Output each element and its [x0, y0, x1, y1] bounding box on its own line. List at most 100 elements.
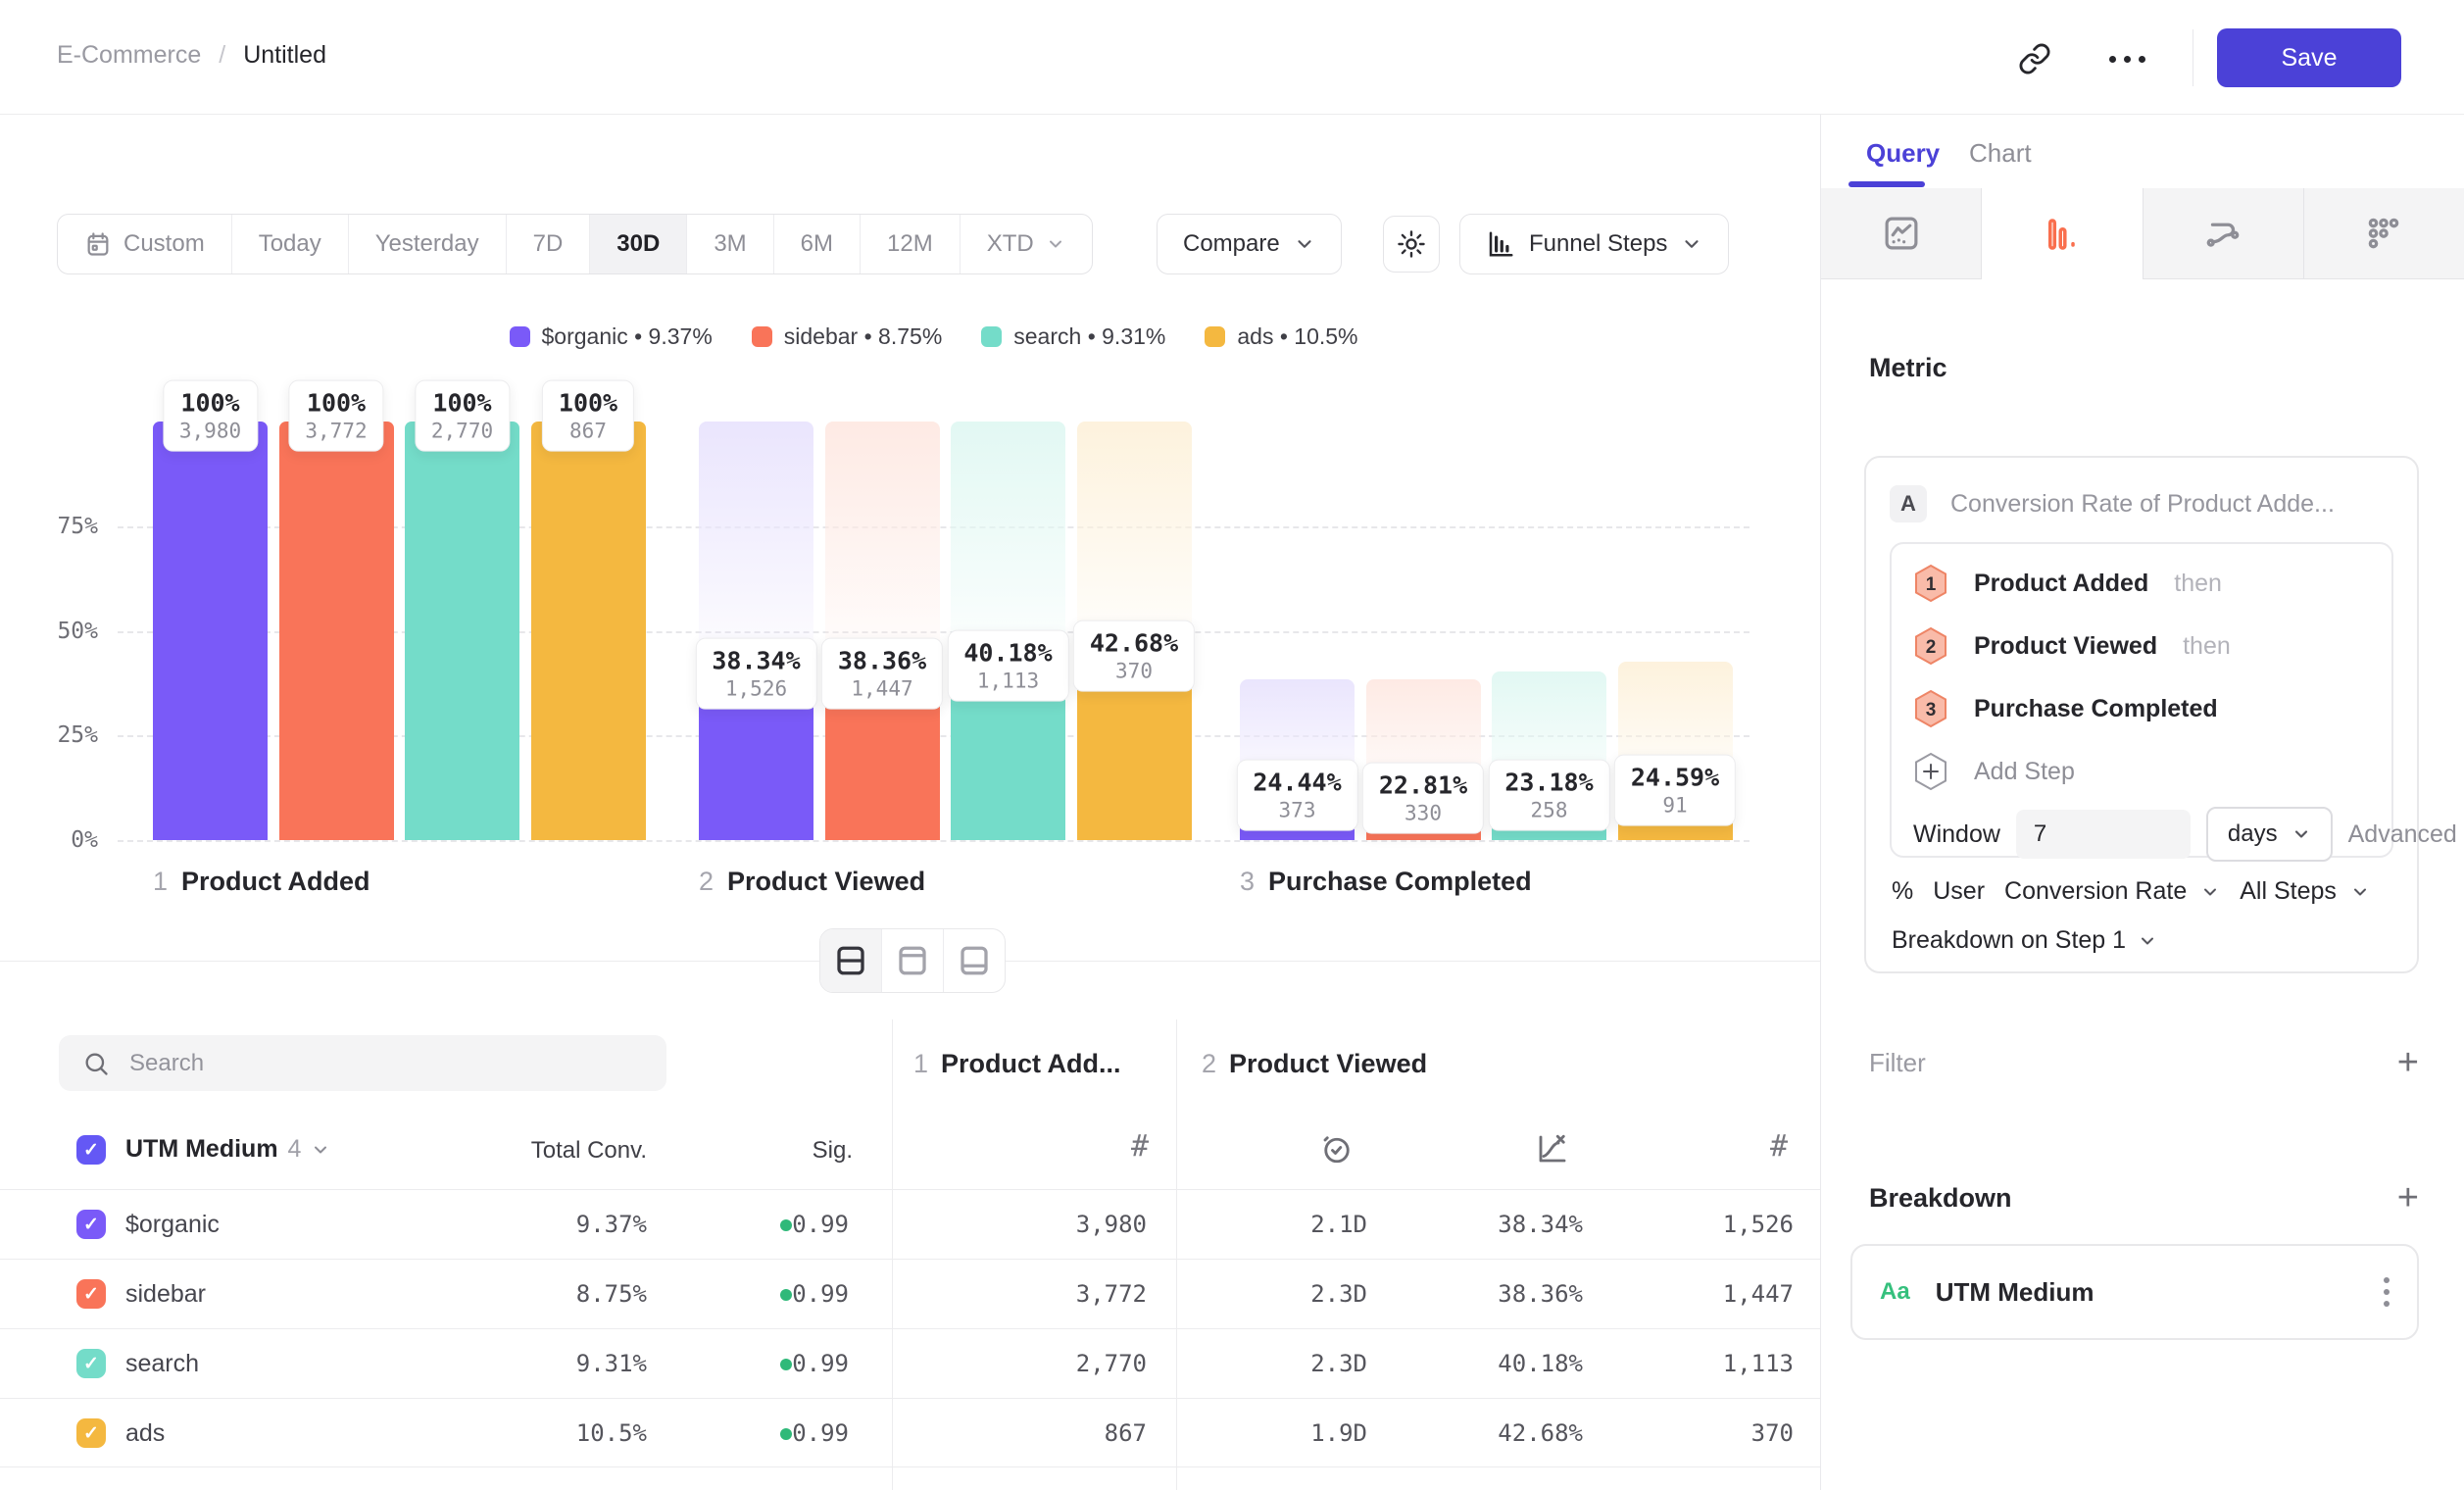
avg-time-column-icon[interactable]	[1319, 1131, 1355, 1167]
window-unit-select[interactable]: days	[2206, 807, 2333, 862]
date-range-30d[interactable]: 30D	[590, 215, 687, 273]
sig-column-header[interactable]: Sig.	[755, 1137, 853, 1165]
date-range-3m[interactable]: 3M	[687, 215, 773, 273]
search-input[interactable]	[129, 1050, 643, 1077]
breadcrumb-board[interactable]: E-Commerce	[57, 41, 201, 70]
breakdown-property-card[interactable]: Aa UTM Medium	[1850, 1244, 2419, 1340]
add-filter-button[interactable]: +	[2397, 1044, 2419, 1081]
funnel-bar-organic-step1[interactable]	[153, 422, 268, 840]
funnel-bar-search-step1[interactable]	[405, 422, 519, 840]
date-range-label: 7D	[533, 230, 564, 258]
date-range-yesterday[interactable]: Yesterday	[349, 215, 507, 273]
save-button[interactable]: Save	[2217, 28, 2401, 87]
funnel-step-1[interactable]: 1 Product Added then	[1892, 552, 2391, 615]
measure-scope[interactable]: All Steps	[2240, 877, 2337, 906]
date-range-12m[interactable]: 12M	[861, 215, 961, 273]
legend-swatch	[1205, 326, 1225, 347]
top-header: E-Commerce / Untitled Save	[0, 0, 2464, 115]
layout-view-switcher	[819, 928, 1006, 993]
tab-funnel-chart[interactable]	[1982, 188, 2143, 279]
date-range-label: XTD	[987, 230, 1034, 258]
breadcrumb-report-title[interactable]: Untitled	[243, 41, 326, 70]
bar-pct-label: 38.34%	[712, 647, 800, 675]
legend-item-organic[interactable]: $organic • 9.37%	[510, 323, 713, 350]
tab-query[interactable]: Query	[1866, 138, 1940, 169]
bar-value-label: 42.68%370	[1073, 620, 1195, 691]
share-link-button[interactable]	[2011, 35, 2058, 82]
legend-item-ads[interactable]: ads • 10.5%	[1205, 323, 1357, 350]
series-letter-badge: A	[1890, 485, 1927, 522]
legend-swatch	[510, 326, 530, 347]
date-range-custom[interactable]: Custom	[58, 215, 232, 273]
breakdown-property-name: UTM Medium	[1936, 1277, 2094, 1308]
bar-value-label: 38.34%1,526	[695, 638, 816, 710]
table-row-ads[interactable]: ✓ads10.5%0.998671.9D42.68%370	[0, 1398, 1820, 1467]
table-row-search[interactable]: ✓search9.31%0.992,7702.3D40.18%1,113	[0, 1328, 1820, 1398]
funnel-step-3[interactable]: 3 Purchase Completed	[1892, 677, 2391, 740]
legend-label: ads • 10.5%	[1237, 323, 1357, 350]
count-column-icon[interactable]: #	[1051, 1129, 1149, 1164]
funnel-bars-icon	[1486, 229, 1515, 259]
dot-grid-icon	[2363, 213, 2404, 254]
select-all-checkbox[interactable]: ✓	[76, 1135, 106, 1165]
chart-type-selector[interactable]: Funnel Steps	[1459, 214, 1729, 274]
tab-retention-chart[interactable]	[2144, 188, 2304, 279]
table-row-sidebar[interactable]: ✓sidebar8.75%0.993,7722.3D38.36%1,447	[0, 1259, 1820, 1328]
legend-swatch	[752, 326, 772, 347]
window-value-input[interactable]	[2016, 810, 2191, 859]
bar-pct-label: 38.36%	[838, 647, 926, 675]
funnel-step-2[interactable]: 2 Product Viewed then	[1892, 615, 2391, 677]
counting-method[interactable]: User	[1933, 877, 1985, 906]
tab-chart[interactable]: Chart	[1969, 138, 2032, 169]
calendar-icon	[84, 230, 112, 258]
metric-series-row[interactable]: A Conversion Rate of Product Adde...	[1890, 485, 2335, 522]
advanced-toggle[interactable]: Advanced	[2348, 820, 2464, 849]
tab-insights-chart[interactable]	[1821, 188, 1982, 279]
tab-more-charts[interactable]	[2304, 188, 2464, 279]
date-range-xtd[interactable]: XTD	[961, 215, 1092, 273]
legend-label: sidebar • 8.75%	[784, 323, 942, 350]
group-column-header[interactable]: UTM Medium 4	[125, 1135, 330, 1164]
row-checkbox[interactable]: ✓	[76, 1279, 106, 1309]
count-column-icon[interactable]: #	[1690, 1129, 1788, 1164]
table-step2-header[interactable]: 2 Product Viewed	[1202, 1049, 1427, 1079]
measure-metric[interactable]: Conversion Rate	[2004, 877, 2187, 906]
more-options-button[interactable]	[2097, 35, 2156, 82]
bar-count-label: 3,772	[305, 420, 367, 443]
chart-settings-button[interactable]	[1383, 216, 1440, 273]
row-checkbox[interactable]: ✓	[76, 1210, 106, 1239]
step-3-hexagon-badge: 3	[1913, 689, 1948, 728]
view-split-button[interactable]	[820, 929, 882, 992]
funnel-bar-sidebar-step1[interactable]	[279, 422, 394, 840]
breakdown-on-step-selector[interactable]: Breakdown on Step 1	[1892, 926, 2157, 955]
table-step1-header[interactable]: 1 Product Add...	[913, 1049, 1121, 1079]
view-table-only-button[interactable]	[944, 929, 1005, 992]
view-chart-only-button[interactable]	[882, 929, 944, 992]
y-axis-tick: 25%	[35, 722, 98, 748]
bar-value-label: 23.18%258	[1488, 760, 1609, 831]
total-conv-column-header[interactable]: Total Conv.	[451, 1137, 647, 1165]
date-range-6m[interactable]: 6M	[774, 215, 861, 273]
cell-sig: 0.99	[702, 1399, 849, 1468]
legend-item-sidebar[interactable]: sidebar • 8.75%	[752, 323, 942, 350]
cell-conv: 42.68%	[1406, 1399, 1583, 1468]
add-breakdown-button[interactable]: +	[2397, 1179, 2419, 1217]
step-name: Product Added	[181, 867, 370, 897]
table-row-organic[interactable]: ✓$organic9.37%0.993,9802.1D38.34%1,526	[0, 1189, 1820, 1259]
cell-avg_time: 2.3D	[1191, 1260, 1367, 1329]
bar-value-label: 40.18%1,113	[947, 630, 1068, 702]
bar-pct-label: 24.59%	[1631, 764, 1719, 792]
bar-count-label: 91	[1631, 794, 1719, 818]
y-axis-tick: 75%	[35, 514, 98, 539]
string-property-type-icon: Aa	[1880, 1278, 1910, 1306]
kebab-menu-icon[interactable]	[2384, 1277, 2390, 1307]
conversion-rate-column-icon[interactable]	[1535, 1131, 1570, 1167]
date-range-today[interactable]: Today	[232, 215, 349, 273]
add-step-button[interactable]: Add Step	[1892, 740, 2391, 803]
legend-item-search[interactable]: search • 9.31%	[981, 323, 1165, 350]
compare-button[interactable]: Compare	[1157, 214, 1342, 274]
funnel-bar-ads-step1[interactable]	[531, 422, 646, 840]
date-range-7d[interactable]: 7D	[507, 215, 591, 273]
row-checkbox[interactable]: ✓	[76, 1349, 106, 1378]
row-checkbox[interactable]: ✓	[76, 1418, 106, 1448]
